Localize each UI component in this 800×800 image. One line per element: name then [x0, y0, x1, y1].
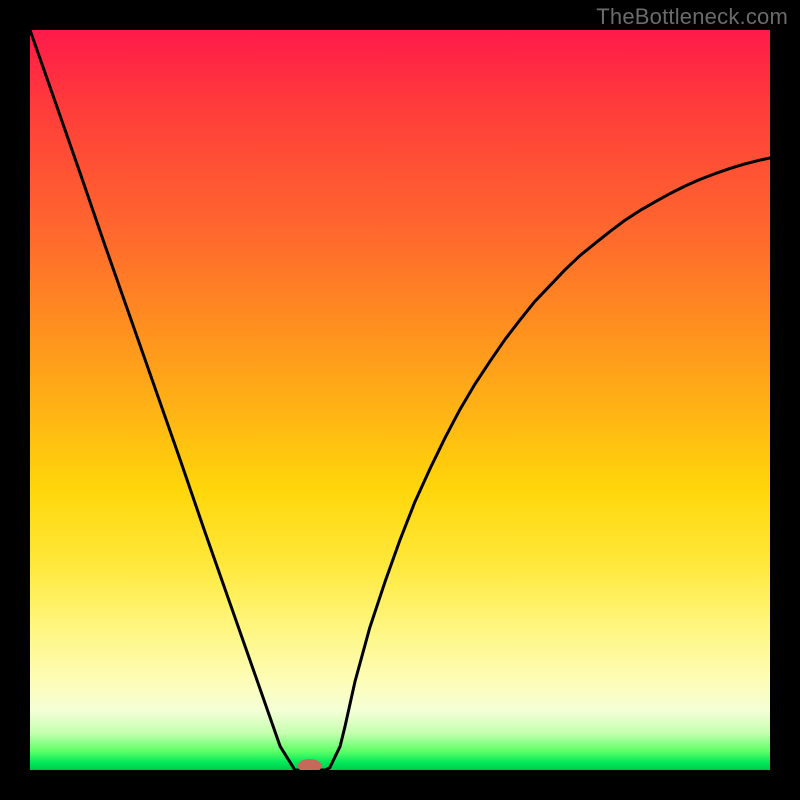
- bottleneck-curve: [30, 30, 770, 770]
- curve-layer: [30, 30, 770, 770]
- plot-area: [30, 30, 770, 770]
- chart-frame: TheBottleneck.com: [0, 0, 800, 800]
- min-point-marker: [298, 759, 322, 770]
- watermark-text: TheBottleneck.com: [596, 4, 788, 30]
